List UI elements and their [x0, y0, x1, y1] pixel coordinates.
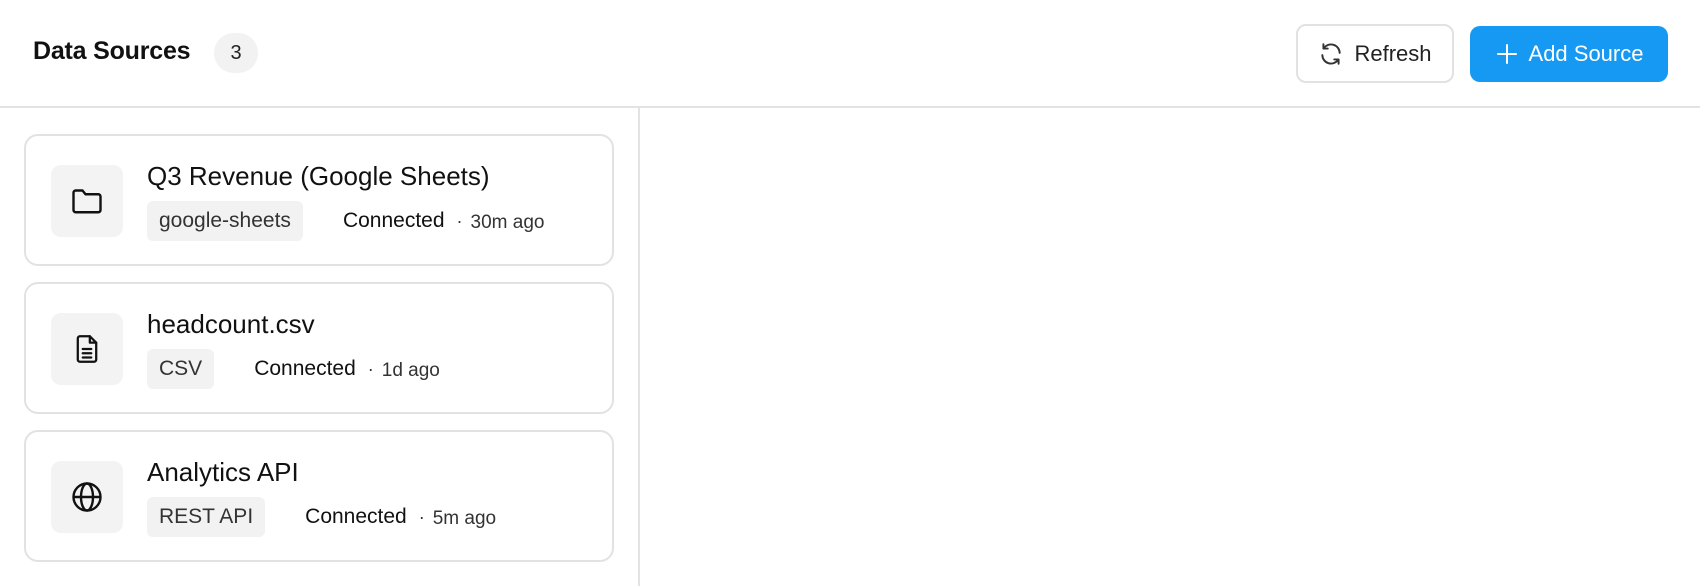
source-status: Connected	[305, 505, 407, 528]
folder-icon	[51, 165, 123, 237]
refresh-icon	[1318, 41, 1344, 67]
source-count-badge: 3	[214, 33, 258, 73]
source-meta: REST API Connected · 5m ago	[147, 497, 496, 537]
file-text-icon	[51, 313, 123, 385]
source-status: Connected	[342, 209, 445, 232]
add-source-button[interactable]: Add Source	[1470, 26, 1668, 82]
source-updated: 1d ago	[381, 360, 440, 381]
page-title: Data Sources	[33, 37, 191, 65]
source-name: Analytics API	[147, 457, 299, 487]
globe-icon	[51, 461, 123, 533]
source-meta: google-sheets Connected · 30m ago	[147, 201, 544, 241]
source-list: Q3 Revenue (Google Sheets) google-sheets…	[24, 134, 614, 578]
meta-separator: ·	[418, 506, 425, 527]
source-card[interactable]: headcount.csv CSV Connected · 1d ago	[24, 282, 614, 414]
source-status: Connected	[254, 357, 356, 380]
source-type-tag: google-sheets	[147, 201, 303, 241]
source-updated: 30m ago	[470, 212, 545, 233]
source-card[interactable]: Q3 Revenue (Google Sheets) google-sheets…	[24, 134, 614, 266]
source-name: Q3 Revenue (Google Sheets)	[147, 161, 490, 191]
source-name: headcount.csv	[147, 309, 315, 339]
source-meta: CSV Connected · 1d ago	[147, 349, 440, 389]
source-type-tag: REST API	[147, 497, 266, 537]
refresh-label: Refresh	[1354, 40, 1432, 66]
plus-icon	[1495, 42, 1519, 66]
header: Data Sources 3 Refresh Add Source	[0, 0, 1700, 108]
source-type-tag: CSV	[147, 349, 215, 389]
add-source-label: Add Source	[1528, 41, 1644, 66]
meta-separator: ·	[367, 358, 374, 379]
source-updated: 5m ago	[432, 508, 497, 529]
meta-separator: ·	[456, 210, 463, 231]
panel-divider	[638, 108, 640, 586]
refresh-button[interactable]: Refresh	[1296, 24, 1454, 83]
source-card[interactable]: Analytics API REST API Connected · 5m ag…	[24, 430, 614, 562]
